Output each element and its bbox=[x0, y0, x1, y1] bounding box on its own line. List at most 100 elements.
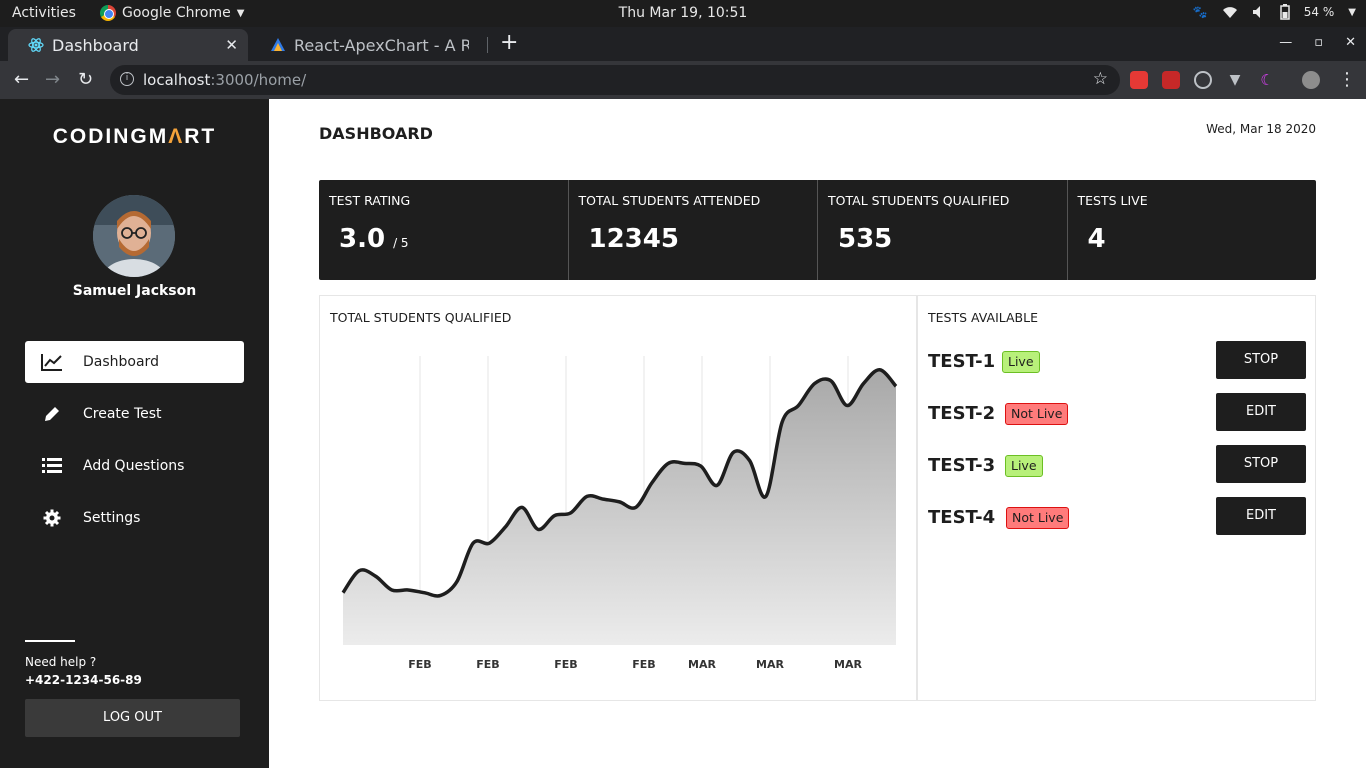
area-fill bbox=[343, 369, 896, 645]
sidebar: CODINGMΛRT Samuel Jackson Dashboard Crea… bbox=[0, 99, 269, 768]
clock[interactable]: Thu Mar 19, 10:51 bbox=[619, 5, 748, 21]
stat-students-qualified: TOTAL STUDENTS QUALIFIED 535 bbox=[818, 180, 1068, 280]
test-name: TEST-1 bbox=[928, 351, 996, 372]
extension-target-icon[interactable] bbox=[1194, 71, 1212, 89]
volume-icon bbox=[1252, 6, 1260, 18]
stat-suffix: / 5 bbox=[393, 236, 409, 250]
chart-panel: FEB FEB FEB FEB MAR MAR MAR TOTAL STUDENTS QUA… bbox=[319, 295, 917, 701]
page-date: Wed, Mar 18 2020 bbox=[1206, 122, 1316, 136]
tab-dashboard[interactable]: Dashboard ✕ bbox=[8, 29, 248, 61]
system-tray[interactable]: 🐾 54 % ▼ bbox=[1193, 4, 1356, 20]
stat-students-attended: TOTAL STUDENTS ATTENDED 12345 bbox=[569, 180, 818, 280]
battery-percent: 54 % bbox=[1303, 5, 1335, 19]
stop-button[interactable]: STOP bbox=[1216, 445, 1306, 483]
url-text[interactable]: localhost:3000/home/ bbox=[143, 71, 306, 89]
help-phone: +422-1234-56-89 bbox=[25, 673, 142, 687]
stat-label: TOTAL STUDENTS QUALIFIED bbox=[828, 193, 1010, 208]
site-info-icon[interactable]: i bbox=[120, 72, 134, 86]
stat-value: 3.0/ 5 bbox=[339, 224, 409, 254]
app-menu[interactable]: Google Chrome ▼ bbox=[100, 5, 244, 21]
apexchart-favicon-icon bbox=[270, 37, 286, 53]
back-icon[interactable]: ← bbox=[14, 69, 29, 90]
test-name: TEST-4 bbox=[928, 507, 996, 528]
close-tab-icon[interactable]: ✕ bbox=[225, 36, 238, 54]
chart-line-icon bbox=[39, 353, 65, 371]
x-tick-label: FEB bbox=[632, 658, 655, 671]
edit-button[interactable]: EDIT bbox=[1216, 393, 1306, 431]
stats-bar: TEST RATING 3.0/ 5 TOTAL STUDENTS ATTEND… bbox=[319, 180, 1316, 280]
stat-value: 535 bbox=[838, 224, 893, 254]
test-row: TEST-4 Not Live EDIT bbox=[928, 497, 1306, 537]
maximize-icon[interactable]: ▫ bbox=[1314, 35, 1323, 50]
chrome-menu-icon[interactable]: ⋮ bbox=[1338, 69, 1356, 90]
nav-settings[interactable]: Settings bbox=[25, 497, 244, 539]
nav-label: Dashboard bbox=[83, 354, 159, 370]
test-name: TEST-3 bbox=[928, 455, 996, 476]
user-name: Samuel Jackson bbox=[72, 283, 197, 299]
system-menu-arrow-icon: ▼ bbox=[1348, 6, 1356, 18]
x-tick-label: MAR bbox=[834, 658, 862, 671]
profile-avatar-icon[interactable] bbox=[1302, 71, 1320, 89]
gear-icon bbox=[39, 509, 65, 527]
extension-moon-icon[interactable]: ☾ bbox=[1258, 71, 1276, 89]
status-badge: Live bbox=[1005, 455, 1043, 477]
edit-button[interactable]: EDIT bbox=[1216, 497, 1306, 535]
tab-title: Dashboard bbox=[52, 35, 139, 55]
minimize-icon[interactable]: — bbox=[1279, 35, 1292, 50]
stat-value: 12345 bbox=[588, 224, 679, 254]
chart-title: TOTAL STUDENTS QUALIFIED bbox=[330, 310, 512, 325]
paw-icon[interactable]: 🐾 bbox=[1193, 5, 1208, 19]
x-tick-label: MAR bbox=[756, 658, 784, 671]
pencil-icon bbox=[39, 405, 65, 423]
bookmark-star-icon[interactable]: ☆ bbox=[1093, 69, 1108, 89]
reload-icon[interactable]: ↻ bbox=[78, 69, 93, 90]
status-badge: Live bbox=[1002, 351, 1040, 373]
tab-separator bbox=[487, 37, 488, 53]
list-icon bbox=[39, 457, 65, 475]
nav-dashboard[interactable]: Dashboard bbox=[25, 341, 244, 383]
system-top-bar: Activities Google Chrome ▼ Thu Mar 19, 1… bbox=[0, 0, 1366, 27]
window-controls: — ▫ ✕ bbox=[1279, 35, 1356, 50]
activities-button[interactable]: Activities bbox=[12, 5, 76, 21]
extension-vue-icon[interactable]: ▼ bbox=[1226, 71, 1244, 89]
help-label: Need help ? bbox=[25, 655, 97, 669]
tab-apexchart[interactable]: React-ApexChart - A React bbox=[250, 29, 488, 61]
help-divider bbox=[25, 640, 75, 642]
test-name: TEST-2 bbox=[928, 403, 996, 424]
page-title: DASHBOARD bbox=[319, 124, 433, 143]
forward-icon[interactable]: → bbox=[45, 69, 60, 90]
app-menu-label: Google Chrome bbox=[122, 5, 231, 21]
new-tab-icon[interactable]: + bbox=[500, 30, 518, 55]
extension-dark-red-icon[interactable] bbox=[1162, 71, 1180, 89]
x-tick-label: MAR bbox=[688, 658, 716, 671]
test-row: TEST-2 Not Live EDIT bbox=[928, 393, 1306, 433]
area-chart[interactable]: FEB FEB FEB FEB MAR MAR MAR bbox=[320, 296, 916, 700]
x-tick-label: FEB bbox=[408, 658, 431, 671]
x-tick-label: FEB bbox=[476, 658, 499, 671]
tests-panel: TESTS AVAILABLE TEST-1 Live STOP TEST-2 … bbox=[917, 295, 1316, 701]
test-row: TEST-3 Live STOP bbox=[928, 445, 1306, 485]
address-bar[interactable]: i localhost:3000/home/ ☆ bbox=[110, 65, 1120, 95]
nav-create-test[interactable]: Create Test bbox=[25, 393, 244, 435]
wifi-icon bbox=[1222, 7, 1237, 18]
stat-label: TESTS LIVE bbox=[1077, 193, 1148, 208]
extension-red-icon[interactable] bbox=[1130, 71, 1148, 89]
stat-value: 4 bbox=[1087, 224, 1106, 254]
stop-button[interactable]: STOP bbox=[1216, 341, 1306, 379]
close-window-icon[interactable]: ✕ bbox=[1345, 35, 1356, 50]
stat-label: TOTAL STUDENTS ATTENDED bbox=[578, 193, 761, 208]
react-favicon-icon bbox=[28, 37, 44, 53]
brand-accent: Λ bbox=[168, 125, 185, 148]
tests-panel-title: TESTS AVAILABLE bbox=[928, 310, 1038, 325]
status-badge: Not Live bbox=[1005, 403, 1069, 425]
browser-toolbar: ← → ↻ i localhost:3000/home/ ☆ ▼ ☾ ⋮ bbox=[0, 61, 1366, 99]
stat-test-rating: TEST RATING 3.0/ 5 bbox=[319, 180, 569, 280]
chrome-icon bbox=[100, 5, 116, 21]
nav-add-questions[interactable]: Add Questions bbox=[25, 445, 244, 487]
stat-tests-live: TESTS LIVE 4 bbox=[1068, 180, 1317, 280]
battery-icon bbox=[1280, 4, 1290, 20]
stat-label: TEST RATING bbox=[329, 193, 411, 208]
nav-label: Add Questions bbox=[83, 458, 185, 474]
logout-button[interactable]: LOG OUT bbox=[25, 699, 240, 737]
x-tick-label: FEB bbox=[554, 658, 577, 671]
